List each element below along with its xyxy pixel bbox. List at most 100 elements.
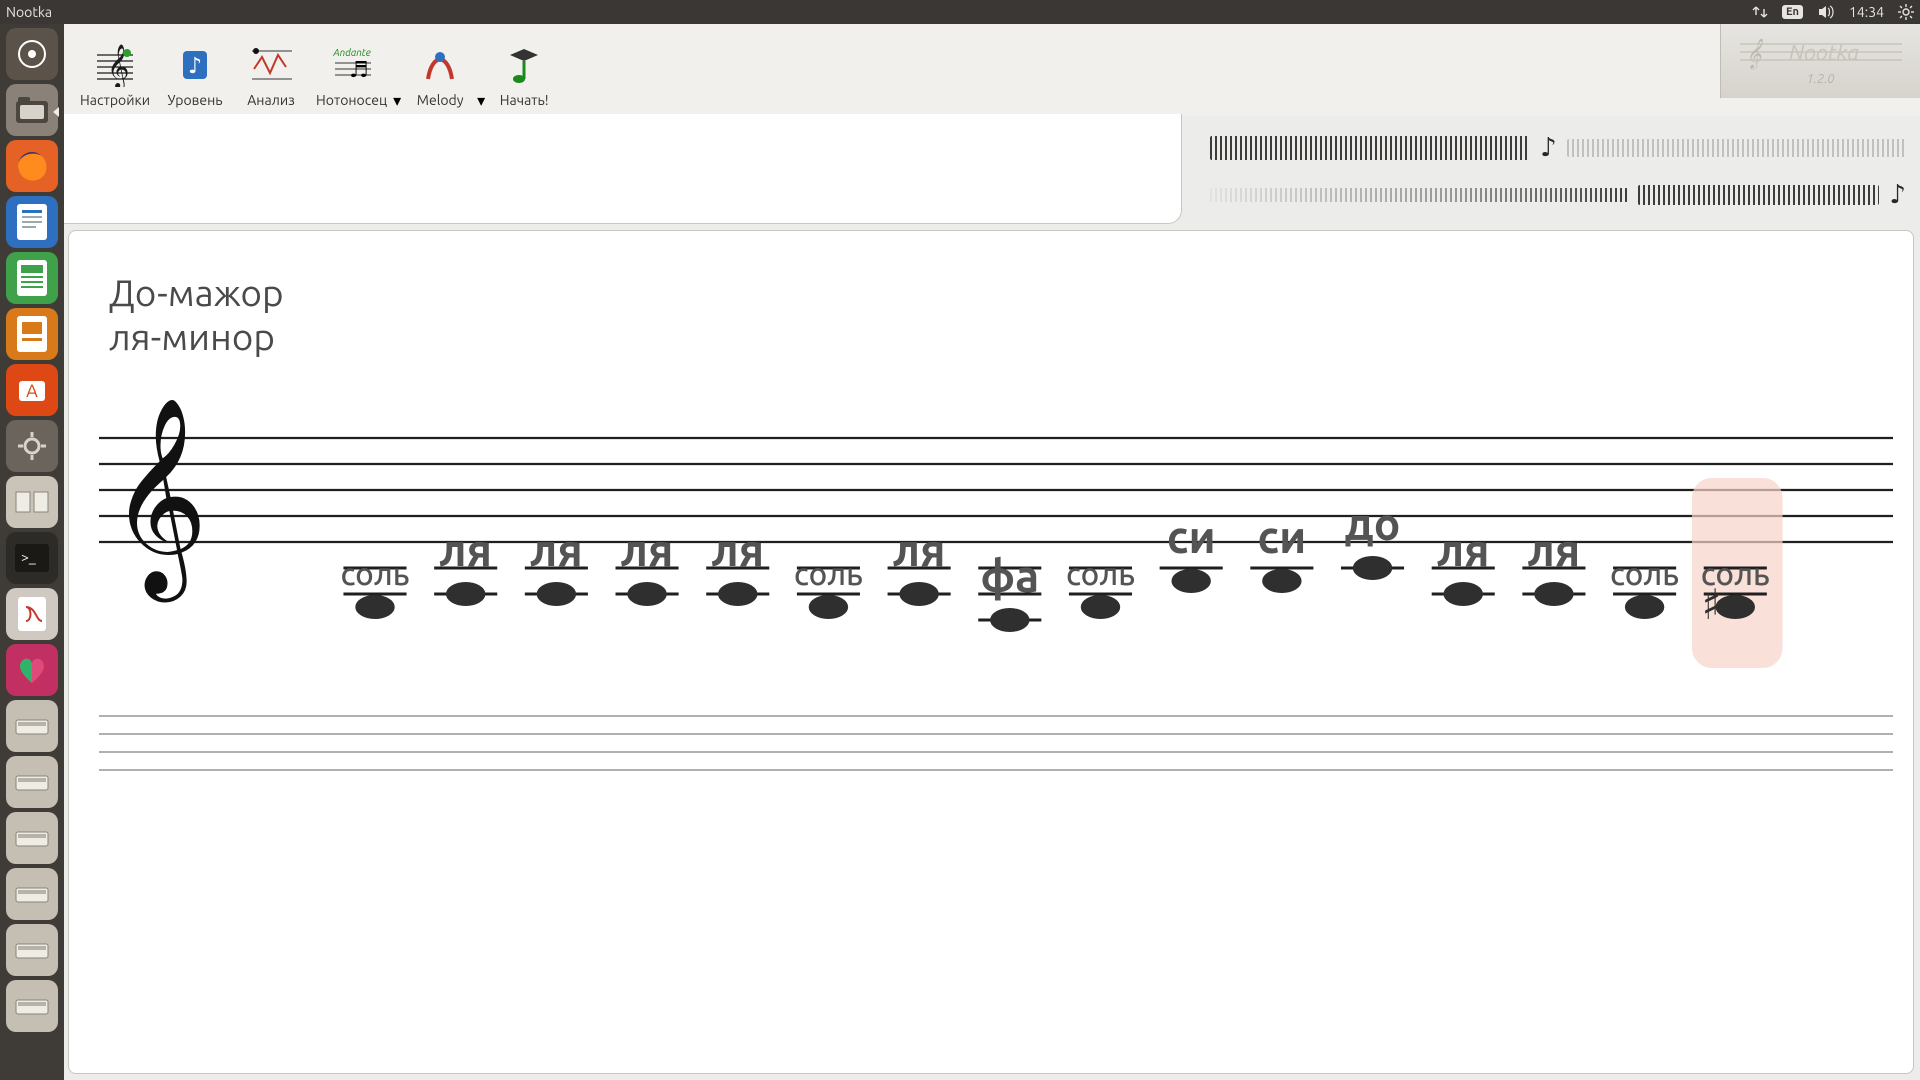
note-name-label: соль: [794, 556, 863, 592]
staff-label: Нотоносец: [316, 92, 387, 108]
note-head[interactable]: [718, 582, 757, 606]
note-head[interactable]: [1081, 595, 1120, 619]
drive1-icon[interactable]: [6, 700, 58, 752]
empty-staff[interactable]: [99, 708, 1893, 786]
chart-icon: [246, 41, 296, 89]
eighth-note-icon: ♪: [1540, 132, 1557, 163]
software-icon[interactable]: A: [6, 364, 58, 416]
eighth-note-icon: ♪: [1889, 179, 1906, 210]
window-title: Nootka: [6, 4, 52, 20]
svg-text:Nootka: Nootka: [1788, 40, 1858, 65]
melody-button[interactable]: Melody: [403, 30, 477, 110]
svg-text:♪: ♪: [188, 53, 202, 78]
keyboard-layout-indicator[interactable]: En: [1782, 5, 1803, 19]
system-gear-icon[interactable]: [1898, 4, 1914, 20]
note-head[interactable]: [809, 595, 848, 619]
svg-text:A: A: [26, 381, 38, 401]
firefox-icon[interactable]: [6, 140, 58, 192]
key-minor: ля-минор: [109, 315, 1893, 359]
drive2-icon[interactable]: [6, 756, 58, 808]
note-name-label: соль: [1701, 556, 1770, 592]
note-name-label: ля: [1437, 525, 1490, 575]
note-name-label: соль: [1610, 556, 1679, 592]
note-head[interactable]: [1171, 569, 1210, 593]
settings-label: Настройки: [80, 92, 150, 108]
score-area[interactable]: До-мажор ля-минор 𝄞 сольлялялялясольляфа…: [68, 230, 1914, 1074]
note-name-label: ля: [439, 525, 492, 575]
note-head[interactable]: [1262, 569, 1301, 593]
level-icon: ♪: [170, 41, 220, 89]
andante-icon: Andante♬: [327, 41, 377, 89]
key-signature-label: До-мажор ля-минор: [109, 271, 1893, 358]
start-label: Начать!: [500, 92, 549, 108]
upper-panels: ♪ ♪: [64, 114, 1920, 224]
treble-clef-icon: 𝄞: [109, 398, 208, 602]
writer-icon[interactable]: [6, 196, 58, 248]
note-name-label: ля: [621, 525, 674, 575]
staff-button[interactable]: Andante♬ Нотоносец: [310, 30, 393, 110]
app-window: 𝄞 Настройки ♪ Уровень Анализ Andante♬ Но…: [64, 24, 1920, 1080]
note-name-label: си: [1167, 512, 1216, 562]
network-icon[interactable]: [1752, 4, 1768, 20]
staff-dropdown-icon[interactable]: ▾: [393, 91, 401, 110]
drive5-icon[interactable]: [6, 924, 58, 976]
note-head[interactable]: [537, 582, 576, 606]
volume-panel: ♪ ♪: [1182, 114, 1920, 224]
drive6-icon[interactable]: [6, 980, 58, 1032]
dictionary-icon[interactable]: [6, 476, 58, 528]
settings-button[interactable]: 𝄞 Настройки: [74, 30, 156, 110]
drive4-icon[interactable]: [6, 868, 58, 920]
note-head[interactable]: [1625, 595, 1664, 619]
analysis-button[interactable]: Анализ: [234, 30, 308, 110]
analysis-label: Анализ: [247, 92, 295, 108]
start-button[interactable]: Начать!: [487, 30, 561, 110]
note-head[interactable]: [1353, 556, 1392, 580]
clock[interactable]: 14:34: [1849, 4, 1884, 20]
settings-gear-icon[interactable]: [6, 420, 58, 472]
note-head[interactable]: [1444, 582, 1483, 606]
output-level-meter[interactable]: ♪: [1210, 179, 1906, 210]
note-name-label: си: [1257, 512, 1306, 562]
melody-icon: [415, 41, 465, 89]
note-name-label: ля: [530, 525, 583, 575]
melody-label: Melody: [417, 92, 464, 108]
graduate-note-icon: [499, 41, 549, 89]
drive3-icon[interactable]: [6, 812, 58, 864]
note-name-label: до: [1345, 499, 1401, 549]
note-name-label: фа: [980, 551, 1039, 601]
calc-icon[interactable]: [6, 252, 58, 304]
level-button[interactable]: ♪ Уровень: [158, 30, 232, 110]
note-name-label: ля: [893, 525, 946, 575]
melody-dropdown-icon[interactable]: ▾: [477, 91, 485, 110]
note-name-label: ля: [711, 525, 764, 575]
heart-icon[interactable]: [6, 644, 58, 696]
pdf-icon[interactable]: [6, 588, 58, 640]
note-head[interactable]: [899, 582, 938, 606]
svg-text:𝄞: 𝄞: [1746, 38, 1763, 70]
impress-icon[interactable]: [6, 308, 58, 360]
input-level-meter[interactable]: ♪: [1210, 132, 1906, 163]
treble-clef-icon: 𝄞: [90, 41, 140, 89]
single-note-panel[interactable]: [64, 114, 1182, 224]
note-head[interactable]: [446, 582, 485, 606]
main-staff[interactable]: 𝄞 сольлялялялясольляфасольсисидолялясоль…: [99, 398, 1893, 608]
version-label: 1.2.0: [1806, 72, 1834, 86]
note-name-label: соль: [1066, 556, 1135, 592]
volume-icon[interactable]: [1817, 5, 1835, 19]
note-head[interactable]: [1534, 582, 1573, 606]
svg-text:♬: ♬: [349, 57, 369, 82]
key-major: До-мажор: [109, 271, 1893, 315]
level-label: Уровень: [168, 92, 223, 108]
note-head[interactable]: [990, 608, 1029, 632]
files-icon[interactable]: [6, 84, 58, 136]
main-toolbar: 𝄞 Настройки ♪ Уровень Анализ Andante♬ Но…: [64, 24, 1920, 114]
launcher-dock: A >_: [0, 24, 64, 1080]
terminal-icon[interactable]: >_: [6, 532, 58, 584]
note-head[interactable]: [355, 595, 394, 619]
note-name-label: соль: [340, 556, 409, 592]
note-head[interactable]: [627, 582, 666, 606]
app-logo: 𝄞 Nootka 1.2.0: [1720, 24, 1920, 98]
os-top-bar: Nootka En 14:34: [0, 0, 1920, 24]
dash-icon[interactable]: [6, 28, 58, 80]
note-head[interactable]: [1716, 595, 1755, 619]
